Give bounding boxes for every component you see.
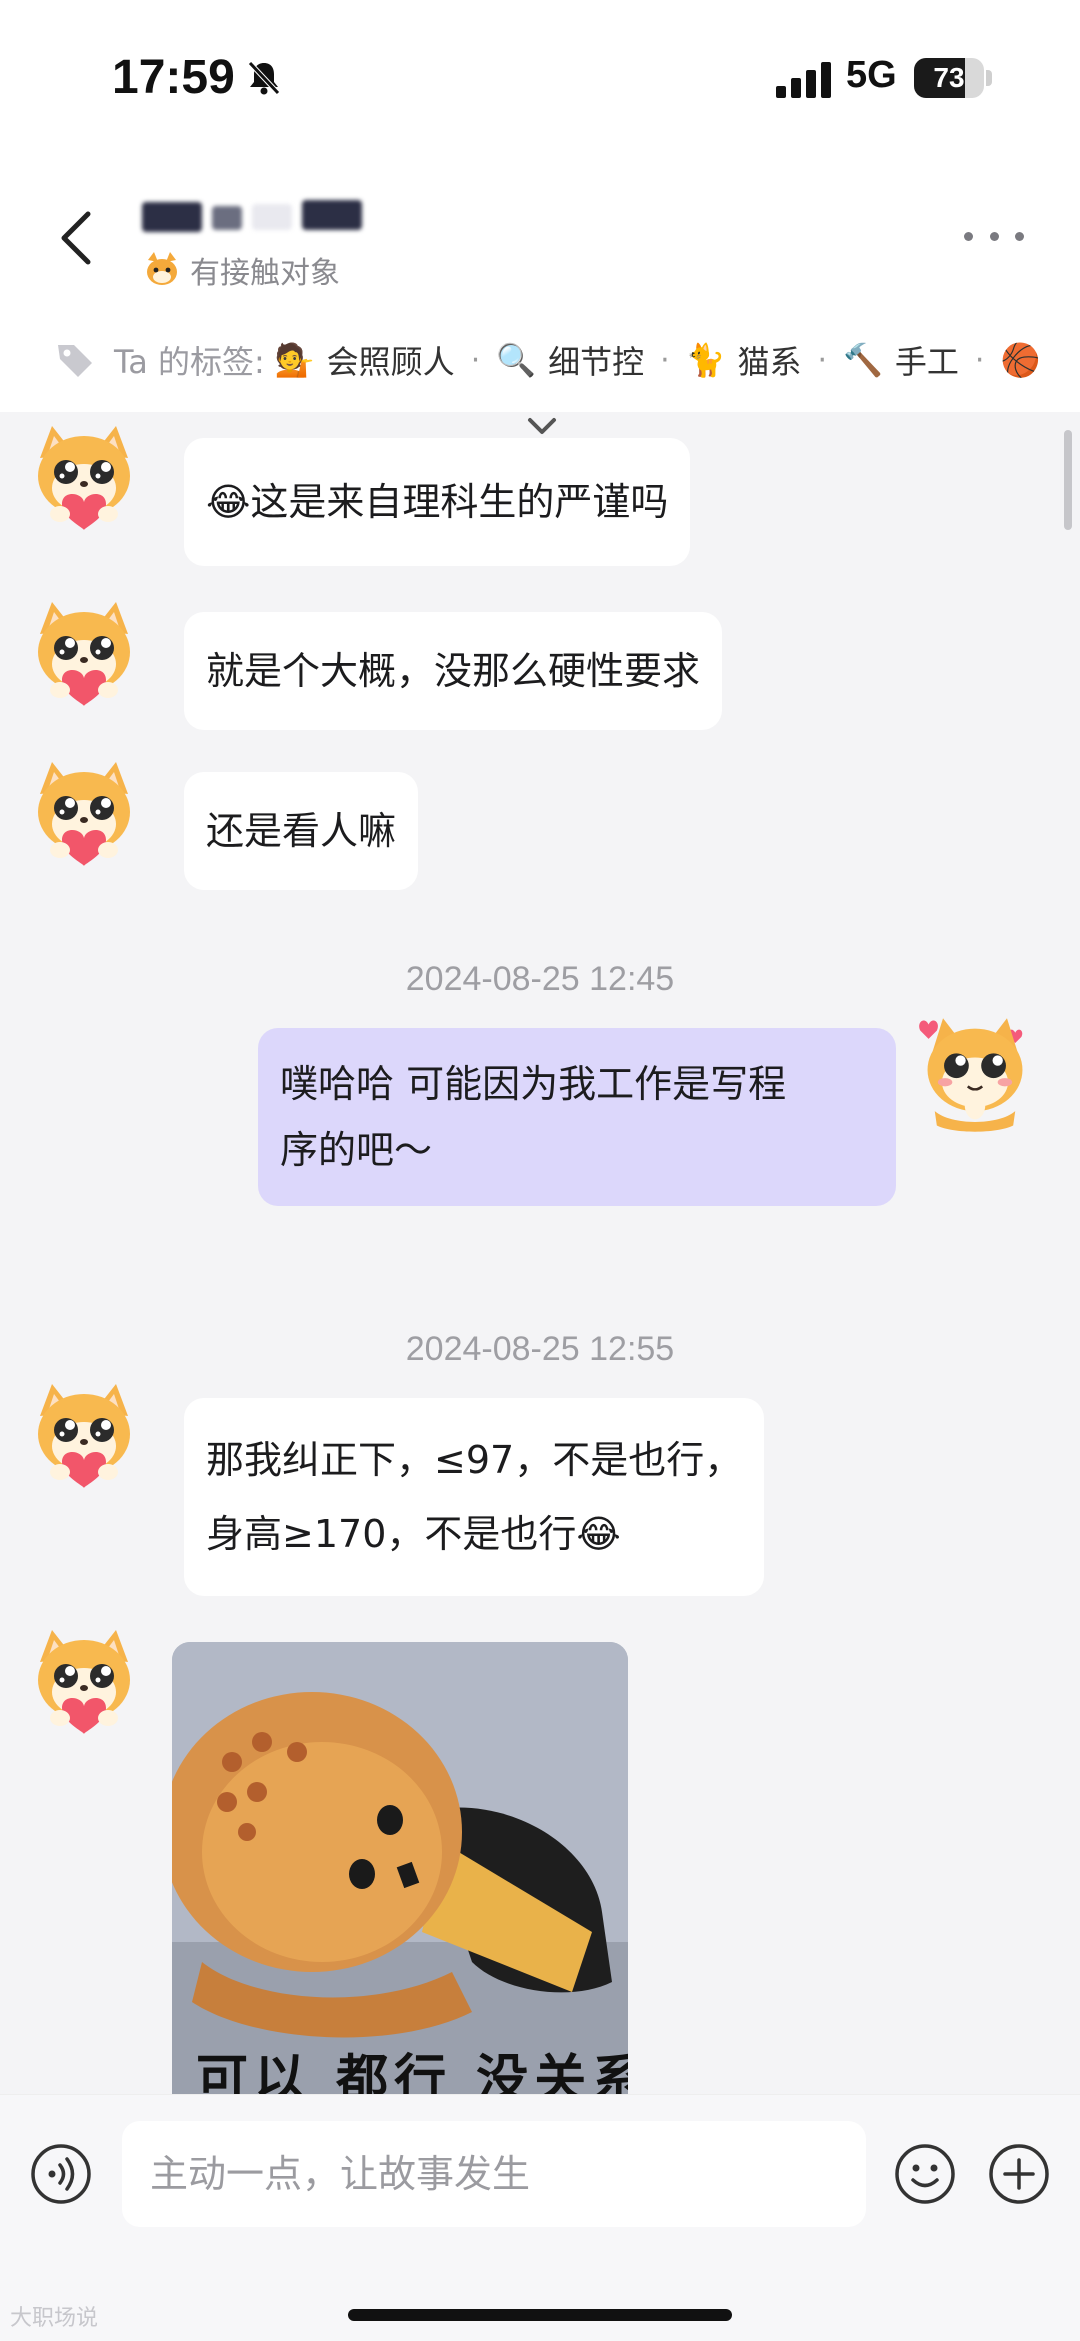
tag-item[interactable]: 💁 会照顾人 (275, 337, 455, 383)
tag-item[interactable]: 🔨 手工 (843, 337, 959, 383)
chevron-down-icon[interactable] (522, 412, 562, 440)
message-input[interactable] (122, 2121, 866, 2227)
message-bubble[interactable]: 那我纠正下，≤97，不是也行， 身高≥170，不是也行😂 (184, 1398, 765, 1596)
home-indicator[interactable] (348, 2309, 732, 2321)
plus-button[interactable] (988, 2143, 1050, 2205)
message-bubble[interactable]: 😂这是来自理科生的严谨吗 (184, 438, 691, 566)
contact-status-row: 有接触对象 (142, 250, 340, 291)
battery-icon: 73 (914, 58, 984, 98)
back-button[interactable] (52, 206, 102, 270)
message-text: 还是看人嘛 (206, 809, 397, 853)
tag-icon (58, 345, 92, 377)
input-bar (0, 2094, 1080, 2341)
contact-name-redacted (142, 200, 366, 234)
plush-toy-image (172, 1642, 628, 2094)
tag-label: 猫系 (737, 343, 802, 381)
chat-header: 17:59 5G 73 有接触对象 Ta 的标签: 💁 会照顾人 · 🔍 细节控… (0, 0, 1080, 412)
dot-icon (1015, 231, 1024, 241)
tag-emoji: 🔍 (496, 341, 537, 379)
message-bubble[interactable]: 就是个大概，没那么硬性要求 (184, 612, 723, 730)
status-time: 17:59 (112, 51, 235, 104)
my-message-bubble[interactable]: 噗哈哈 可能因为我工作是写程 序的吧～ (258, 1028, 896, 1206)
message-text: 就是个大概，没那么硬性要求 (206, 649, 701, 693)
watermark: 大职场说 (10, 2305, 99, 2330)
tags-label: Ta 的标签: (114, 343, 265, 381)
contact-avatar[interactable] (26, 596, 142, 712)
emoji-button[interactable] (894, 2143, 956, 2205)
sticker-image[interactable]: 可以 都行 没关系 (172, 1642, 628, 2094)
message-text-line: 身高≥170，不是也行 (206, 1512, 577, 1556)
contact-avatar[interactable] (26, 420, 142, 536)
timestamp: 2024-08-25 12:55 (405, 1330, 675, 1368)
tag-emoji: 🐈 (685, 341, 726, 379)
tag-separator: · (660, 342, 670, 378)
dot-icon (989, 231, 999, 241)
tag-emoji: 🔨 (843, 341, 883, 379)
network-type: 5G (846, 54, 897, 96)
tag-item[interactable]: 🔍 细节控 (496, 337, 644, 383)
contact-avatar[interactable] (26, 1624, 142, 1740)
tag-label: 手工 (894, 343, 959, 381)
tag-emoji: 💁 (274, 341, 315, 379)
battery-percent: 73 (933, 62, 965, 93)
tag-separator: · (974, 342, 985, 378)
tag-label: 会照顾人 (326, 343, 455, 381)
voice-input-button[interactable] (30, 2143, 92, 2205)
tag-item[interactable]: 🐈 猫系 (686, 337, 802, 383)
message-text: 这是来自理科生的严谨吗 (250, 480, 669, 524)
tag-label: 细节控 (548, 343, 645, 381)
message-bubble[interactable]: 还是看人嘛 (184, 772, 419, 890)
more-options-button[interactable] (964, 226, 1024, 246)
my-avatar[interactable] (910, 1010, 1040, 1140)
tags-row[interactable]: Ta 的标签: 💁 会照顾人 · 🔍 细节控 · 🐈 猫系 · 🔨 手工 · 🏀 (54, 330, 1080, 390)
bell-muted-icon (248, 61, 280, 95)
message-text-line: 序的吧～ (280, 1128, 433, 1172)
laughing-emoji-icon: 😂 (206, 480, 251, 524)
message-text-line: 那我纠正下，≤97，不是也行， (206, 1438, 743, 1482)
timestamp: 2024-08-25 12:45 (405, 960, 675, 998)
contact-status: 有接触对象 (190, 256, 340, 291)
tag-item[interactable]: 🏀 (1000, 341, 1052, 379)
dot-icon (964, 231, 973, 241)
tag-emoji: 🏀 (1000, 341, 1041, 379)
contact-avatar[interactable] (26, 756, 142, 872)
sticker-caption: 可以 都行 没关系 (196, 2050, 628, 2094)
battery-tip (986, 70, 992, 86)
tag-separator: · (817, 342, 828, 378)
scrollbar[interactable] (1064, 430, 1072, 530)
status-bar: 17:59 5G 73 (0, 0, 1080, 160)
cat-face-icon (147, 252, 177, 285)
contact-avatar[interactable] (26, 1378, 142, 1494)
laughing-emoji-icon: 😂 (576, 1512, 621, 1556)
tag-separator: · (470, 342, 481, 378)
signal-icon (776, 62, 831, 98)
